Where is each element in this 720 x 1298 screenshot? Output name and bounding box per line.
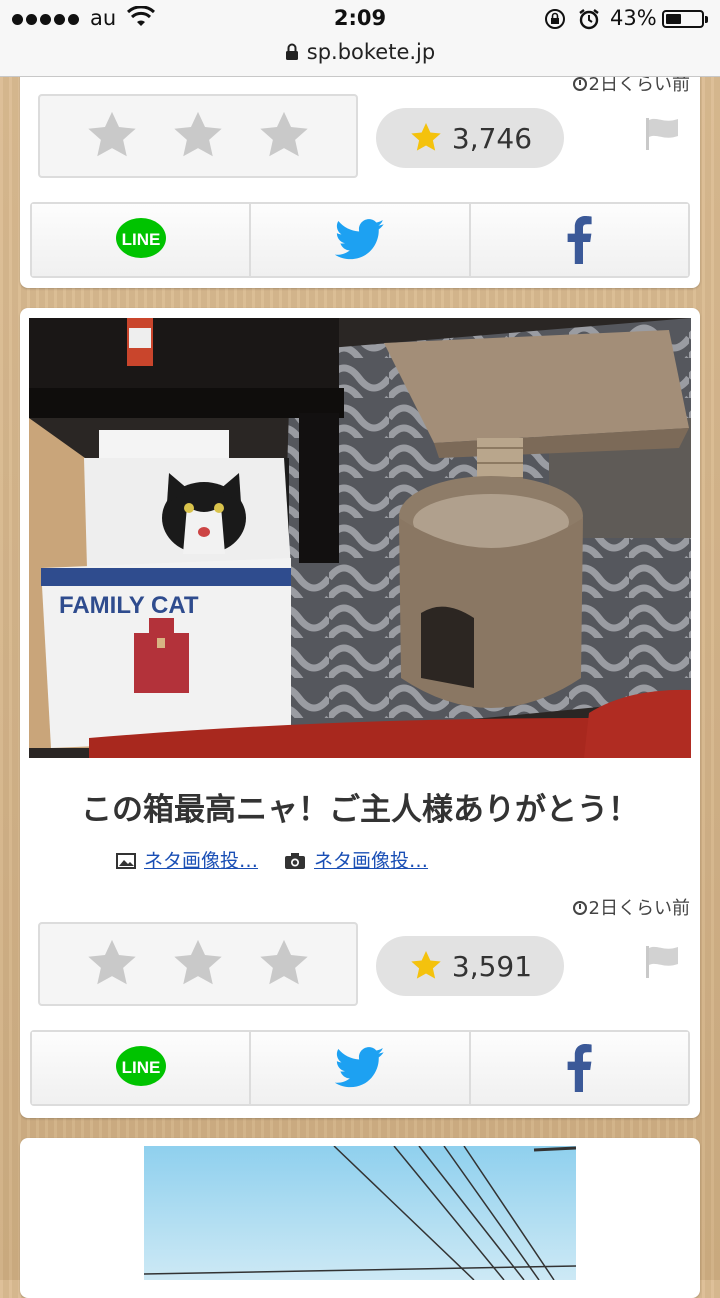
share-line-button[interactable]: LINE (32, 1032, 252, 1104)
url-text: sp.bokete.jp (306, 40, 436, 64)
star-icon (411, 951, 441, 979)
svg-text:LINE: LINE (121, 230, 160, 249)
twitter-icon (334, 1047, 385, 1088)
alarm-icon (579, 9, 599, 30)
image-box-label: FAMILY CAT (59, 592, 199, 619)
rating-stars[interactable] (38, 922, 358, 1006)
score-value: 3,746 (451, 121, 533, 155)
star-rate-icon[interactable] (168, 107, 228, 165)
twitter-icon (334, 219, 385, 260)
post-image-next[interactable] (144, 1146, 576, 1280)
star-rate-icon[interactable] (254, 935, 314, 993)
lock-icon (285, 43, 298, 60)
line-icon: LINE (115, 1046, 166, 1086)
post-caption: この箱最高ニャ！ご主人様ありがとう！ (81, 792, 639, 828)
facebook-icon (567, 1044, 592, 1092)
star-icon (411, 123, 441, 151)
share-line-button[interactable]: LINE (32, 204, 252, 276)
battery-icon (662, 10, 708, 28)
source-image-link[interactable]: ネタ画像投… (144, 850, 258, 872)
report-flag-icon[interactable] (642, 944, 682, 980)
post-card-previous: 2日くらい前 3,746 LINE (20, 40, 700, 288)
svg-text:LINE: LINE (121, 1058, 160, 1077)
share-buttons: LINE (30, 202, 690, 278)
camera-icon (285, 853, 306, 869)
report-flag-icon[interactable] (642, 116, 682, 152)
post-links: ネタ画像投… ネタ画像投… (116, 846, 428, 873)
source-image-link-wrap: ネタ画像投… (116, 846, 258, 873)
share-twitter-button[interactable] (251, 1032, 471, 1104)
clock-icon (572, 901, 587, 915)
photographer-link-wrap: ネタ画像投… (284, 846, 428, 873)
status-bar: au 2:09 43% sp.bokete.jp (0, 0, 720, 77)
post-image[interactable]: FAMILY CAT (29, 318, 691, 758)
image-icon (116, 853, 136, 869)
star-rate-icon[interactable] (254, 107, 314, 165)
photographer-link[interactable]: ネタ画像投… (314, 850, 428, 872)
score-value: 3,591 (451, 949, 533, 983)
battery-percent: 43% (610, 6, 657, 30)
score-badge: 3,591 (376, 936, 564, 996)
line-icon: LINE (115, 218, 166, 258)
post-time: 2日くらい前 (572, 894, 690, 920)
rating-stars[interactable] (38, 94, 358, 178)
share-buttons: LINE (30, 1030, 690, 1106)
score-badge: 3,746 (376, 108, 564, 168)
facebook-icon (567, 216, 592, 264)
share-facebook-button[interactable] (470, 1032, 688, 1104)
star-rate-icon[interactable] (82, 935, 142, 993)
star-rate-icon[interactable] (168, 935, 228, 993)
post-card-next (20, 1138, 700, 1298)
address-bar[interactable]: sp.bokete.jp (0, 40, 720, 64)
post-card: FAMILY CAT この箱最高ニャ！ご主人様ありがとう！ ネタ画像投… ネタ画… (20, 308, 700, 1118)
share-twitter-button[interactable] (251, 204, 471, 276)
rotation-lock-icon (545, 9, 565, 29)
star-rate-icon[interactable] (82, 107, 142, 165)
clock-icon (572, 77, 587, 91)
share-facebook-button[interactable] (470, 204, 688, 276)
